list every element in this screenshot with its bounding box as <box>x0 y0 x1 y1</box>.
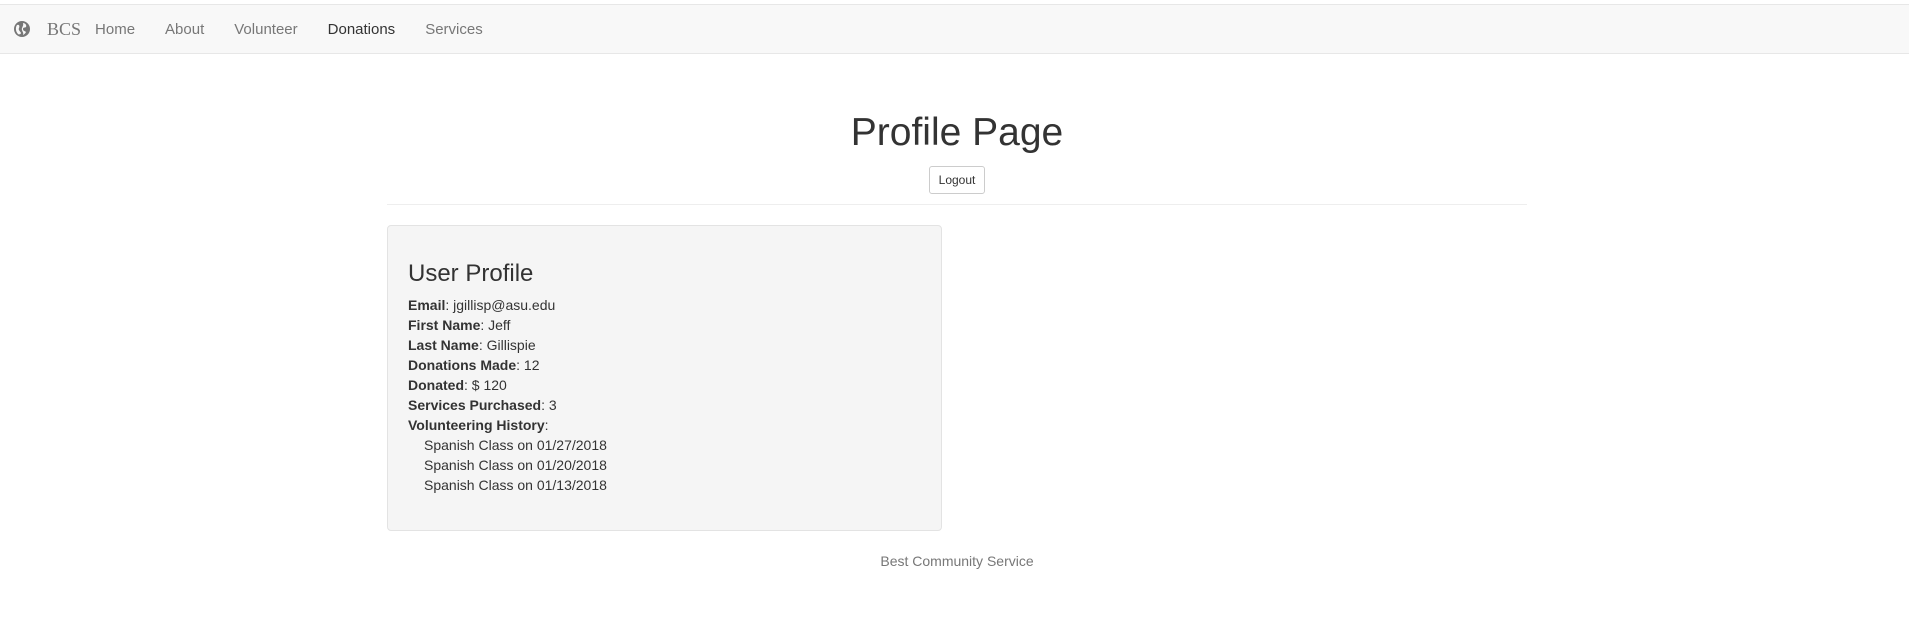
header-divider <box>387 204 1527 205</box>
brand-name: BCS <box>47 18 82 39</box>
services-purchased-value: : 3 <box>541 397 557 414</box>
first-name-label: First Name <box>408 317 481 334</box>
profile-heading: User Profile <box>408 260 534 287</box>
navbar: BCS Home About Volunteer Donations Servi… <box>0 4 1909 54</box>
list-item: Spanish Class on 01/27/2018 <box>424 437 607 454</box>
services-purchased-row: Services Purchased: 3 <box>408 395 921 415</box>
nav-services-link[interactable]: Services <box>425 21 483 38</box>
list-item: Spanish Class on 01/13/2018 <box>424 477 607 494</box>
list-item: Spanish Class on 01/20/2018 <box>424 457 607 474</box>
nav-links: Home About Volunteer Donations Services <box>95 5 513 53</box>
user-profile-panel: User Profile Email: jgillisp@asu.edu Fir… <box>387 225 942 531</box>
nav-home-link[interactable]: Home <box>95 21 135 38</box>
last-name-label: Last Name <box>408 337 479 354</box>
globe-icon <box>13 20 31 38</box>
donated-row: Donated: $ 120 <box>408 375 921 395</box>
footer-text: Best Community Service <box>880 553 1034 569</box>
email-row: Email: jgillisp@asu.edu <box>408 295 921 315</box>
nav-about-link[interactable]: About <box>165 21 204 38</box>
page-header: Profile Page Logout <box>387 100 1527 194</box>
donated-label: Donated <box>408 377 464 394</box>
nav-donations-link[interactable]: Donations <box>328 21 396 38</box>
last-name-row: Last Name: Gillispie <box>408 335 921 355</box>
volunteering-history-row: Volunteering History: <box>408 415 921 435</box>
donated-value: : $ 120 <box>464 377 507 394</box>
volunteering-history-label: Volunteering History <box>408 417 545 434</box>
page-title: Profile Page <box>850 111 1064 154</box>
first-name-value: : Jeff <box>480 317 511 334</box>
donations-made-label: Donations Made <box>408 357 517 374</box>
first-name-row: First Name: Jeff <box>408 315 921 335</box>
email-value: : jgillisp@asu.edu <box>445 297 556 314</box>
brand-link[interactable]: BCS <box>13 5 81 53</box>
nav-volunteer-link[interactable]: Volunteer <box>234 21 297 38</box>
donations-made-value: : 12 <box>516 357 540 374</box>
services-purchased-label: Services Purchased <box>408 397 542 414</box>
last-name-value: : Gillispie <box>478 337 536 354</box>
email-label: Email <box>408 297 446 314</box>
volunteering-history-colon: : <box>544 417 549 434</box>
donations-made-row: Donations Made: 12 <box>408 355 921 375</box>
logout-button[interactable]: Logout <box>928 165 986 194</box>
